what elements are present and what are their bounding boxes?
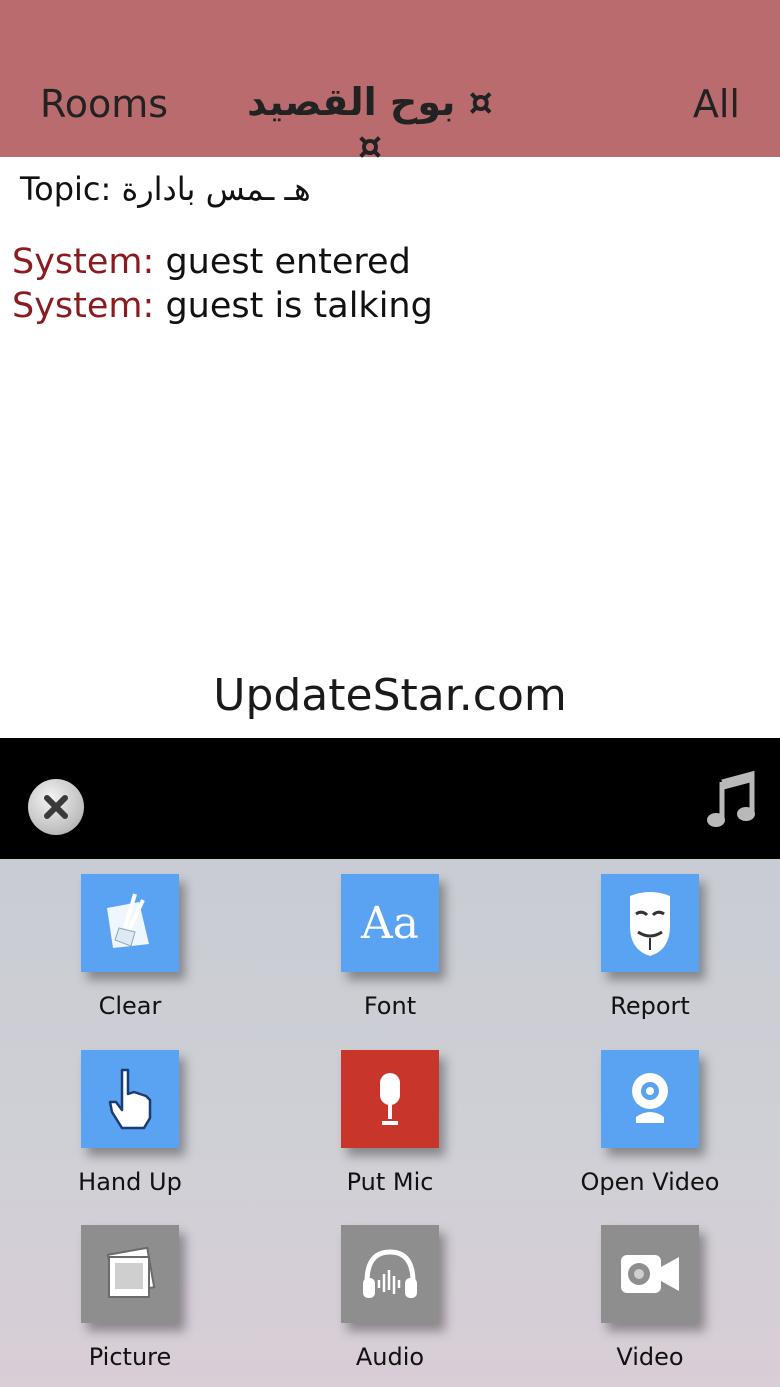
music-note-icon [707,770,755,827]
room-title: ¤ بوح القصيد ¤ [247,80,493,168]
put-mic-tile[interactable] [341,1050,439,1148]
photos-icon [106,1246,156,1298]
message-sender: System: [12,286,155,326]
action-toolbar [0,738,780,859]
audio-tile[interactable] [341,1225,439,1323]
video-tile[interactable] [601,1225,699,1323]
open-video-button[interactable]: Open Video [550,1035,750,1196]
clear-button[interactable]: Clear [30,859,230,1020]
report-button[interactable]: Report [550,859,750,1020]
room-topic: Topic: هـ ـمس بادارة [20,170,311,208]
mask-icon [630,892,670,956]
webcam-icon [632,1073,668,1123]
close-icon [44,795,68,819]
font-button[interactable]: Aa Font [290,859,490,1020]
headphones-icon [363,1249,417,1298]
put-mic-button[interactable]: Put Mic [290,1035,490,1196]
message-sender: System: [12,242,155,282]
watermark: UpdateStar.com [213,670,567,721]
picture-label: Picture [88,1343,172,1371]
all-button[interactable]: All [693,82,740,126]
video-label: Video [616,1343,684,1371]
music-button[interactable] [706,770,756,830]
room-header: Rooms ¤ بوح القصيد ¤ All [0,0,780,168]
microphone-icon [380,1073,400,1125]
picture-button[interactable]: Picture [30,1210,230,1371]
open-video-tile[interactable] [601,1050,699,1148]
font-label: Font [363,992,417,1020]
picture-tile[interactable] [81,1225,179,1323]
clear-label: Clear [98,992,162,1020]
open-video-label: Open Video [580,1168,720,1196]
report-label: Report [610,992,690,1020]
hand-up-tile[interactable] [81,1050,179,1148]
message-text: guest is talking [154,286,433,326]
audio-button[interactable]: Audio [290,1210,490,1371]
hand-pointer-icon [108,1068,152,1130]
chat-messages: System: guest entered System: guest is t… [12,240,433,328]
chat-message: System: guest is talking [12,284,433,328]
message-text: guest entered [154,242,411,282]
font-tile[interactable]: Aa [341,874,439,972]
close-button[interactable] [28,779,84,835]
audio-label: Audio [355,1343,425,1371]
put-mic-label: Put Mic [346,1168,434,1196]
hand-up-label: Hand Up [78,1168,182,1196]
rooms-button[interactable]: Rooms [40,82,168,126]
video-camera-icon [621,1255,679,1293]
action-grid: Clear Aa Font Report Hand Up Put Mic Ope… [0,859,780,1387]
chat-message: System: guest entered [12,240,433,284]
broom-icon [107,893,149,948]
font-aa-icon: Aa [360,897,419,949]
report-tile[interactable] [601,874,699,972]
clear-tile[interactable] [81,874,179,972]
hand-up-button[interactable]: Hand Up [30,1035,230,1196]
video-button[interactable]: Video [550,1210,750,1371]
